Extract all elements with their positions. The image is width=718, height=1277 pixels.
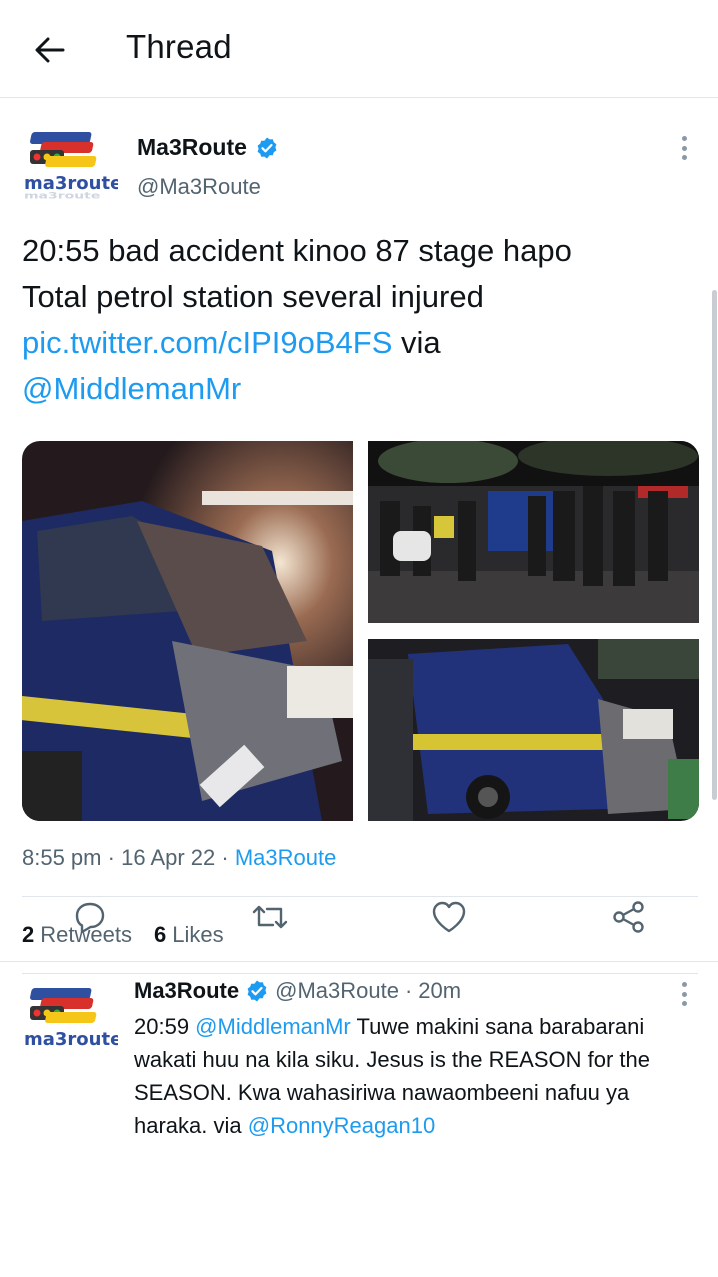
svg-text:ma3route: ma3route [24, 1029, 118, 1050]
reply-author-name[interactable]: Ma3Route [134, 978, 239, 1004]
heart-icon [432, 901, 466, 933]
reply-age[interactable]: 20m [418, 978, 461, 1004]
author-avatar[interactable]: ma3route ma3route [22, 132, 118, 202]
tweet-actions [0, 895, 718, 939]
media-photo-3[interactable] [368, 639, 699, 821]
more-options-button[interactable] [672, 980, 696, 1008]
more-options-button[interactable] [672, 134, 696, 162]
ma3route-logo-icon: ma3route [24, 988, 118, 1050]
reply-tweet[interactable]: ma3route Ma3Route @Ma3Route · 20m 20:59 … [0, 962, 718, 1277]
tweet-text-line: 20:55 bad accident kinoo 87 stage hapo [22, 233, 572, 268]
via-text: via [392, 325, 441, 360]
reply-mention-link[interactable]: @MiddlemanMr [195, 1014, 351, 1039]
author-avatar[interactable]: ma3route [22, 988, 118, 1058]
author-handle[interactable]: @Ma3Route [137, 174, 261, 200]
tweet-meta: 8:55 pm · 16 Apr 22 · Ma3Route [22, 845, 337, 870]
tweet-time[interactable]: 8:55 pm [22, 845, 102, 870]
svg-text:ma3route: ma3route [24, 191, 101, 201]
arrow-left-icon [35, 37, 65, 63]
media-photo-2[interactable] [368, 441, 699, 623]
reply-button[interactable] [68, 895, 112, 939]
tweet-text-line: Total petrol station several injured [22, 279, 484, 314]
dot-icon [681, 136, 687, 141]
dot-icon [681, 1001, 687, 1006]
reply-mention-link-2[interactable]: @RonnyReagan10 [248, 1113, 435, 1138]
reply-icon [75, 902, 105, 934]
tweet-source[interactable]: Ma3Route [235, 845, 337, 870]
ma3route-logo-icon: ma3route ma3route [24, 132, 118, 201]
reply-text: 20:59 @MiddlemanMr Tuwe makini sana bara… [134, 1014, 651, 1138]
reply-author-handle[interactable]: @Ma3Route [275, 978, 399, 1004]
dot-icon [681, 145, 687, 151]
media-photo-1[interactable] [22, 441, 353, 821]
dot-icon [681, 982, 687, 987]
tweet-mention-link[interactable]: @MiddlemanMr [22, 371, 241, 406]
page-title: Thread [126, 28, 232, 65]
like-button[interactable] [427, 895, 471, 939]
scrollbar[interactable] [712, 290, 717, 800]
verified-badge-icon [247, 980, 267, 1002]
app-header: Thread [0, 0, 718, 98]
back-button[interactable] [30, 30, 70, 70]
verified-badge-icon [257, 137, 277, 158]
tweet-text: 20:55 bad accident kinoo 87 stage hapo T… [22, 228, 692, 412]
retweet-button[interactable] [248, 895, 292, 939]
retweet-icon [252, 905, 288, 929]
share-button[interactable] [607, 895, 651, 939]
dot-icon [681, 155, 687, 160]
share-icon [613, 901, 644, 933]
author-name[interactable]: Ma3Route [137, 134, 279, 161]
media-grid [22, 441, 699, 821]
tweet-media-link[interactable]: pic.twitter.com/cIPI9oB4FS [22, 325, 392, 360]
dot-icon [681, 991, 687, 997]
reply-header: Ma3Route @Ma3Route · 20m [134, 978, 462, 1004]
tweet-date[interactable]: 16 Apr 22 [121, 845, 215, 870]
